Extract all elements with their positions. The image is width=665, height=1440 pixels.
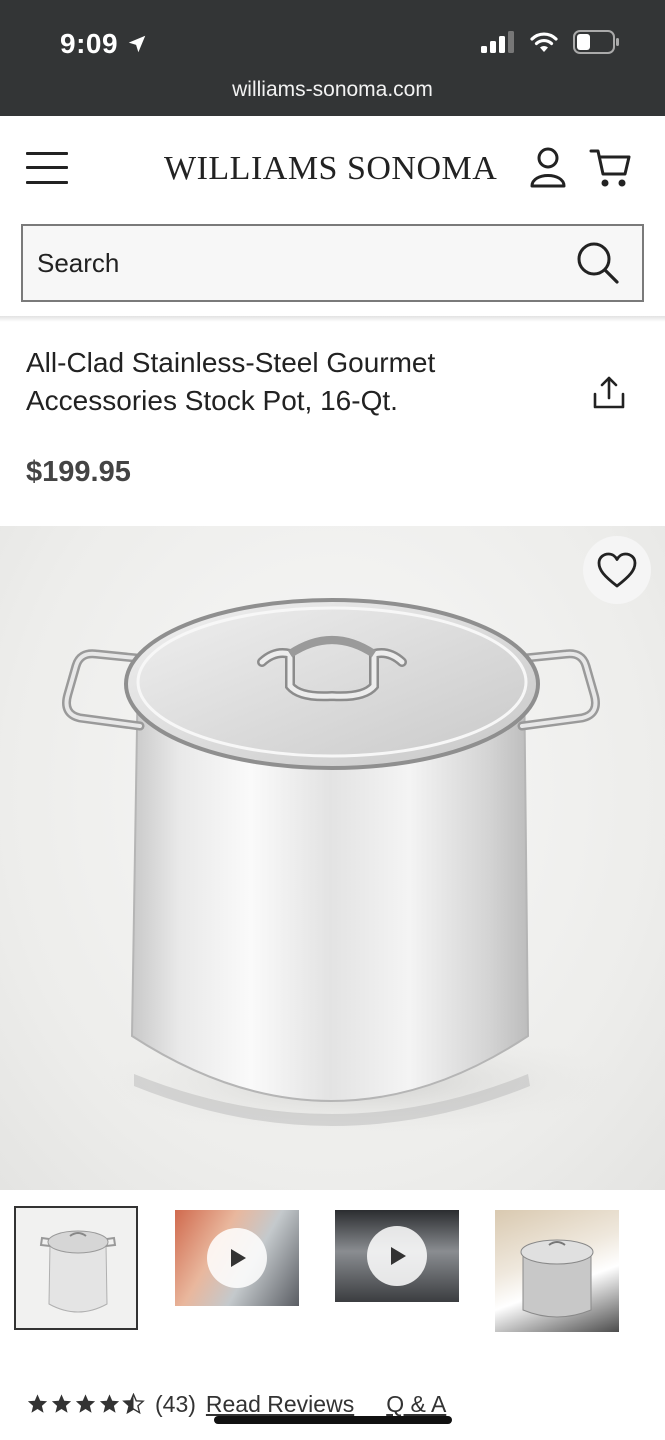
account-icon[interactable]: [528, 146, 568, 190]
wifi-icon: [530, 32, 558, 52]
thumbnail-strip: [0, 1206, 665, 1336]
thumbnail-2[interactable]: [175, 1210, 299, 1306]
search-bar: [21, 224, 644, 302]
star-rating: [26, 1393, 145, 1415]
search-icon[interactable]: [568, 233, 628, 293]
read-reviews-link[interactable]: Read Reviews: [206, 1391, 354, 1418]
product-hero-image[interactable]: [0, 526, 665, 1190]
site-logo[interactable]: WILLIAMS SONOMA: [164, 150, 497, 188]
star-icon: [75, 1394, 96, 1413]
site-header: WILLIAMS SONOMA: [0, 116, 665, 220]
review-count: (43): [155, 1390, 196, 1417]
half-star-icon: [122, 1393, 145, 1415]
stock-pot-on-stove-thumbnail: [520, 1239, 594, 1318]
stock-pot-thumbnail: [39, 1230, 117, 1313]
qa-link[interactable]: Q & A: [386, 1391, 446, 1418]
product-price: $199.95: [26, 456, 131, 488]
address-bar-url[interactable]: williams-sonoma.com: [0, 78, 665, 102]
browser-chrome: 9:09 williams-sonoma.com: [0, 0, 665, 116]
thumbnail-1[interactable]: [14, 1206, 138, 1330]
location-arrow-icon: [128, 35, 146, 53]
status-time: 9:09: [60, 28, 148, 60]
search-input[interactable]: [23, 226, 568, 300]
thumbnail-4[interactable]: [495, 1210, 619, 1332]
battery-icon: [573, 30, 619, 54]
play-icon[interactable]: [207, 1228, 267, 1288]
header-divider: [0, 316, 665, 322]
hamburger-menu-icon[interactable]: [26, 148, 70, 188]
home-indicator[interactable]: [214, 1416, 452, 1424]
cart-icon[interactable]: [588, 146, 632, 190]
cellular-signal-icon: [481, 31, 514, 53]
play-icon[interactable]: [367, 1226, 427, 1286]
star-icon: [51, 1394, 72, 1413]
status-icons: [481, 30, 621, 54]
share-icon[interactable]: [590, 374, 628, 412]
stock-pot-image: [62, 598, 620, 1136]
product-title: All-Clad Stainless-Steel Gourmet Accesso…: [26, 347, 436, 416]
thumbnail-3[interactable]: [335, 1210, 459, 1302]
time-label: 9:09: [60, 28, 119, 59]
star-icon: [99, 1394, 120, 1413]
star-icon: [27, 1394, 48, 1413]
wishlist-heart-icon[interactable]: [583, 536, 651, 604]
